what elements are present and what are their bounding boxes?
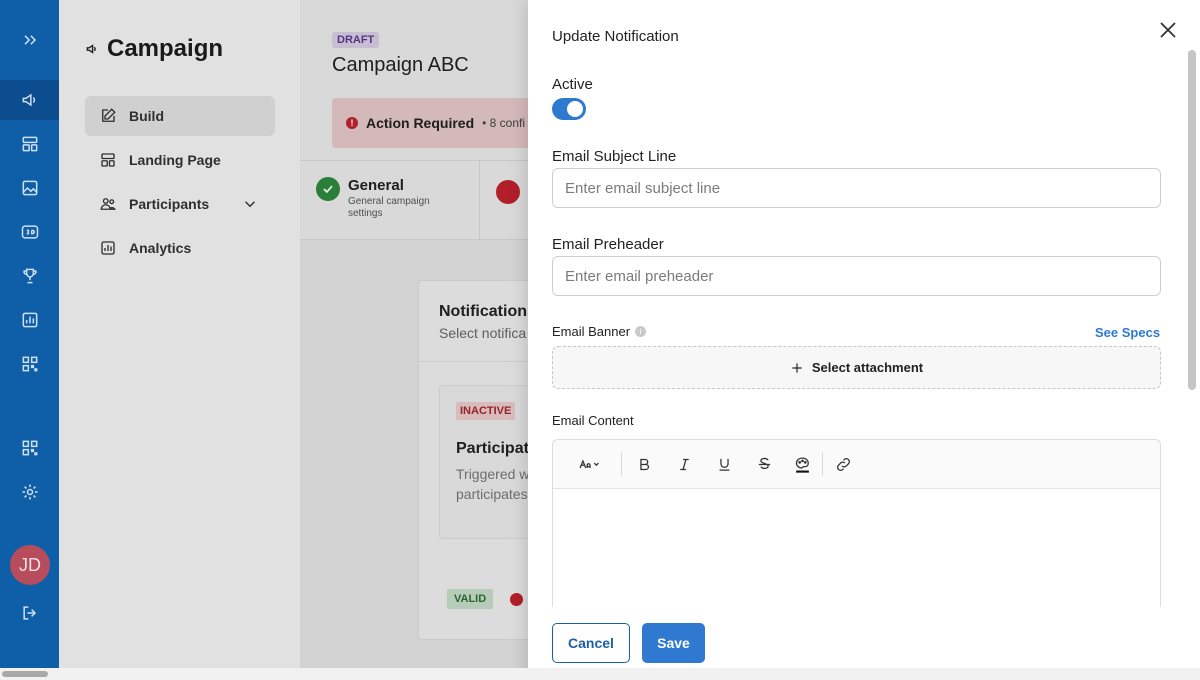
gear-icon (22, 484, 37, 500)
select-attachment-button[interactable]: Select attachment (552, 346, 1161, 389)
strikethrough-icon (758, 457, 770, 469)
modal-overlay[interactable] (59, 0, 528, 668)
rail-3d-button[interactable] (0, 212, 59, 252)
trophy-icon (22, 268, 37, 284)
drawer-title: Update Notification (552, 28, 679, 45)
attachment-label: Select attachment (811, 360, 924, 375)
cancel-button[interactable]: Cancel (552, 623, 630, 663)
banner-label-row: Email Banner i (552, 324, 647, 339)
strikethrough-button[interactable] (752, 452, 776, 476)
update-notification-drawer: Update Notification Active Email Subject… (528, 0, 1200, 680)
italic-button[interactable] (672, 452, 696, 476)
toolbar-divider (822, 452, 823, 476)
editor-toolbar (553, 440, 1160, 489)
rail-settings-button[interactable] (0, 472, 59, 512)
font-size-icon (579, 458, 599, 468)
layout-icon (22, 136, 37, 152)
close-icon (1160, 22, 1176, 38)
content-label: Email Content (552, 413, 634, 428)
drawer-scrollbar[interactable] (1188, 50, 1196, 390)
logout-button[interactable] (0, 593, 59, 633)
chevrons-right-icon (23, 35, 36, 45)
email-subject-input[interactable] (552, 168, 1161, 208)
active-label: Active (552, 76, 593, 93)
bold-button[interactable] (632, 452, 656, 476)
underline-icon (719, 458, 729, 471)
rail-qr-button[interactable] (0, 344, 59, 384)
text-color-button[interactable] (790, 452, 814, 476)
preheader-label: Email Preheader (552, 236, 664, 253)
email-content-editor[interactable] (552, 439, 1161, 607)
toggle-knob (567, 101, 583, 117)
bold-icon (639, 458, 649, 470)
italic-icon (679, 458, 689, 470)
megaphone-icon (22, 93, 35, 107)
scrollbar-thumb[interactable] (2, 671, 48, 677)
subject-label: Email Subject Line (552, 148, 677, 165)
email-preheader-input[interactable] (552, 256, 1161, 296)
image-icon (22, 180, 37, 196)
rail-layout-button[interactable] (0, 124, 59, 164)
close-button[interactable] (1156, 18, 1180, 42)
chart-icon (22, 312, 37, 328)
rail-image-button[interactable] (0, 168, 59, 208)
plus-icon (792, 362, 802, 373)
font-size-button[interactable] (573, 452, 607, 476)
link-button[interactable] (831, 452, 855, 476)
3d-icon (21, 225, 38, 239)
rail-trophy-button[interactable] (0, 256, 59, 296)
banner-label: Email Banner (552, 324, 631, 339)
underline-button[interactable] (712, 452, 736, 476)
logout-icon (22, 606, 36, 620)
palette-icon (795, 456, 809, 473)
save-button[interactable]: Save (642, 623, 705, 663)
qr-code-icon (22, 356, 37, 372)
avatar[interactable]: JD (10, 545, 50, 585)
link-icon (836, 457, 850, 471)
icon-rail: JD (0, 0, 59, 680)
see-specs-link[interactable]: See Specs (1095, 325, 1160, 340)
horizontal-scrollbar[interactable] (0, 668, 1200, 680)
rail-campaigns-button[interactable] (0, 80, 59, 120)
rail-apps-button[interactable] (0, 428, 59, 468)
active-toggle[interactable] (552, 98, 586, 120)
expand-rail-button[interactable] (0, 20, 59, 60)
rail-analytics-button[interactable] (0, 300, 59, 340)
qr-code-icon (22, 440, 37, 456)
info-icon[interactable]: i (635, 326, 647, 337)
toolbar-divider (621, 452, 622, 476)
